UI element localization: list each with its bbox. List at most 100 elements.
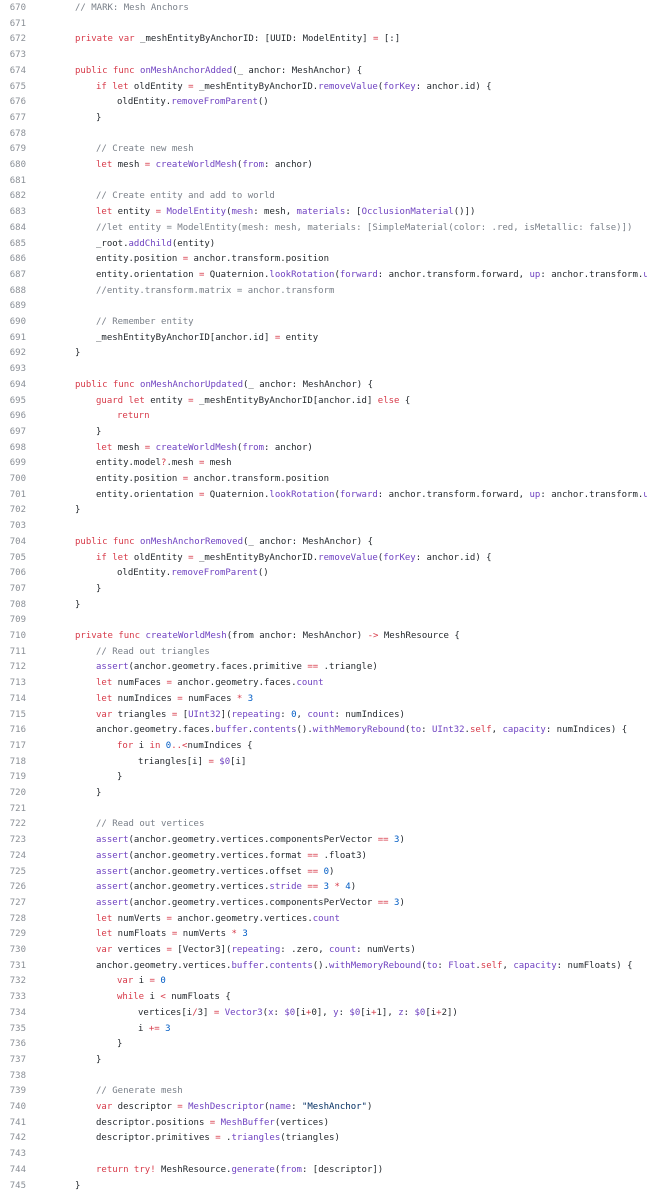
- code-text: entity.orientation = Quaternion.lookRota…: [96, 488, 647, 504]
- code-token: forward: [339, 269, 378, 280]
- code-token: _root.: [96, 238, 129, 249]
- code-token: anchor.transform.position: [188, 474, 330, 484]
- code-token: $0: [349, 1007, 361, 1018]
- code-token: : mesh,: [253, 207, 297, 218]
- code-token: mesh: [112, 160, 145, 170]
- code-text: let mesh = createWorldMesh(from: anchor): [96, 158, 313, 174]
- line-number: 729: [9, 929, 26, 940]
- code-token: 3: [242, 929, 248, 940]
- code-token: : numVerts): [356, 945, 416, 955]
- code-token: entity: [112, 207, 156, 218]
- code-text: }: [117, 770, 122, 786]
- line-number: 673: [9, 50, 26, 61]
- code-token: removeValue: [318, 81, 378, 92]
- code-token: var: [96, 1102, 113, 1112]
- code-token: numFaces: [112, 678, 167, 689]
- line-number: 713: [9, 678, 26, 689]
- code-text: private func createWorldMesh(from anchor…: [75, 629, 460, 645]
- code-token: anchor.geometry.faces.: [171, 678, 297, 689]
- code-text: }: [96, 425, 101, 441]
- code-token: mesh: [231, 207, 254, 218]
- code-text: vertices[i/3] = Vector3(x: $0[i+0], y: $…: [138, 1006, 458, 1022]
- code-token: (anchor.geometry.vertices.componentsPerV…: [128, 835, 378, 846]
- line-number: 722: [9, 819, 26, 830]
- code-line: 696 return: [0, 409, 647, 425]
- code-line: 689: [0, 299, 647, 315]
- code-token: ): [329, 866, 335, 877]
- code-line: 682 // Create entity and add to world: [0, 189, 647, 205]
- line-number: 720: [9, 788, 26, 798]
- line-number: 732: [9, 976, 26, 987]
- code-line: 688 //entity.transform.matrix = anchor.tr…: [0, 284, 647, 300]
- code-token: _meshEntityByAnchorID.: [193, 81, 319, 92]
- code-line: 743: [0, 1147, 647, 1163]
- code-line: 672 private var _meshEntityByAnchorID: [U…: [0, 32, 647, 48]
- code-token: i: [144, 992, 161, 1003]
- code-token: (vertices): [274, 1117, 330, 1128]
- code-token: numVerts: [112, 913, 167, 924]
- code-token: ,: [296, 709, 308, 720]
- code-token: // Generate mesh: [96, 1086, 183, 1097]
- code-text: //entity.transform.matrix = anchor.trans…: [96, 284, 334, 300]
- code-text: public func onMeshAnchorAdded(_ anchor: …: [75, 64, 362, 80]
- line-number: 682: [9, 191, 26, 202]
- line-number: 686: [9, 254, 26, 265]
- line-number: 704: [9, 536, 26, 547]
- code-token: else: [377, 395, 400, 406]
- code-token: forKey: [383, 552, 416, 563]
- code-text: // Generate mesh: [96, 1084, 183, 1100]
- line-number: 672: [9, 34, 26, 45]
- code-token: up: [529, 269, 541, 280]
- code-token: // Read out vertices: [96, 819, 205, 830]
- line-number: 677: [9, 112, 26, 123]
- code-token: // Create entity and add to world: [96, 191, 275, 202]
- code-token: name: [269, 1102, 292, 1112]
- code-token: if let: [96, 81, 129, 92]
- code-line: 734 vertices[i/3] = Vector3(x: $0[i+0], y…: [0, 1006, 647, 1022]
- code-text: descriptor.primitives = .triangles(trian…: [96, 1131, 340, 1147]
- code-token: i: [133, 740, 150, 751]
- code-token: for: [117, 740, 134, 751]
- code-token: }: [96, 583, 102, 594]
- code-token: assert: [96, 897, 129, 908]
- code-line: 686 entity.position = anchor.transform.po…: [0, 252, 647, 268]
- code-text: // Remember entity: [96, 315, 194, 331]
- code-token: MeshBuffer: [220, 1117, 275, 1128]
- line-number: 733: [9, 992, 26, 1003]
- code-text: let numFloats = numVerts * 3: [96, 927, 248, 943]
- line-number: 709: [9, 615, 26, 626]
- code-line: 726 assert(anchor.geometry.vertices.strid…: [0, 880, 647, 896]
- line-number: 674: [9, 65, 26, 76]
- code-line: 692}: [0, 346, 647, 362]
- line-number: 710: [9, 631, 26, 641]
- code-token: numFloats: [112, 929, 172, 940]
- line-number: 683: [9, 207, 26, 218]
- code-token: stride: [269, 882, 302, 893]
- code-token: : anchor): [264, 160, 313, 170]
- code-token: :: [421, 725, 433, 736]
- line-number: 723: [9, 835, 26, 846]
- line-number: 724: [9, 850, 26, 861]
- code-token: ()]): [453, 207, 476, 218]
- code-line: 736}: [0, 1037, 647, 1053]
- code-line: 720}: [0, 786, 647, 802]
- code-token: (entity): [171, 238, 216, 249]
- code-token: private var: [75, 34, 135, 45]
- code-token: //entity.transform.matrix = anchor.trans…: [96, 285, 335, 296]
- code-text: assert(anchor.geometry.vertices.offset =…: [96, 865, 334, 881]
- code-token: public func: [75, 379, 135, 390]
- line-number: 744: [9, 1164, 26, 1175]
- code-text: let numVerts = anchor.geometry.vertices.…: [96, 912, 340, 928]
- code-token: numFloats {: [165, 992, 231, 1003]
- code-token: :: [273, 1007, 285, 1018]
- code-token: forward: [339, 489, 378, 500]
- code-token: !: [150, 1164, 162, 1175]
- code-text: entity.model?.mesh = mesh: [96, 456, 231, 472]
- code-token: anchor.transform.position: [188, 254, 330, 265]
- code-token: .float3): [318, 850, 367, 861]
- code-token: var: [96, 945, 113, 955]
- code-line: 705 if let oldEntity = _meshEntityByAncho…: [0, 551, 647, 567]
- code-token: }: [96, 112, 102, 123]
- code-line: 676 oldEntity.removeFromParent(): [0, 95, 647, 111]
- code-line: 691 _meshEntityByAnchorID[anchor.id] = en…: [0, 331, 647, 347]
